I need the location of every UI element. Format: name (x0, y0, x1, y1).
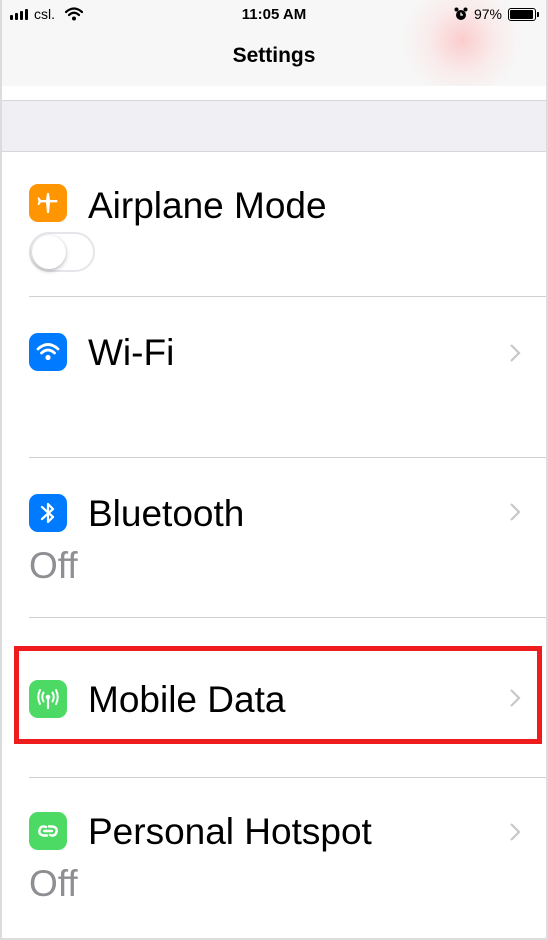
personal-hotspot-label: Personal Hotspot (88, 811, 372, 852)
row-bluetooth[interactable]: Bluetooth Off (2, 458, 546, 618)
chevron-right-icon (510, 823, 521, 841)
status-bar: csl. 11:05 AM 97% (2, 0, 546, 28)
wifi-label: Wi-Fi (88, 332, 175, 373)
row-personal-hotspot[interactable]: Personal Hotspot Off (2, 778, 546, 938)
page-title: Settings (232, 44, 316, 67)
settings-screen: csl. 11:05 AM 97% Settings Airplane Mode… (0, 0, 548, 940)
airplane-mode-toggle[interactable] (29, 232, 95, 272)
highlight-box (14, 646, 542, 744)
hotspot-icon (29, 812, 67, 850)
battery-fill (510, 9, 534, 19)
chevron-right-icon (510, 344, 521, 362)
group-separator (2, 100, 546, 152)
bluetooth-icon (29, 494, 67, 532)
bluetooth-label: Bluetooth (88, 493, 245, 534)
battery-icon (508, 7, 539, 21)
bluetooth-value: Off (29, 545, 78, 586)
personal-hotspot-value: Off (29, 863, 78, 904)
battery-percent: 97% (473, 6, 502, 22)
status-right: 97% (454, 6, 539, 22)
toggle-knob (32, 235, 66, 269)
top-strip (2, 86, 546, 100)
row-airplane-mode: Airplane Mode (2, 150, 546, 297)
row-wifi[interactable]: Wi-Fi (2, 297, 546, 458)
chevron-right-icon (510, 503, 521, 521)
header: csl. 11:05 AM 97% Settings (2, 0, 546, 86)
wifi-icon (29, 333, 67, 371)
airplane-mode-label: Airplane Mode (88, 185, 327, 226)
alarm-icon (454, 7, 468, 21)
airplane-icon (29, 184, 67, 222)
